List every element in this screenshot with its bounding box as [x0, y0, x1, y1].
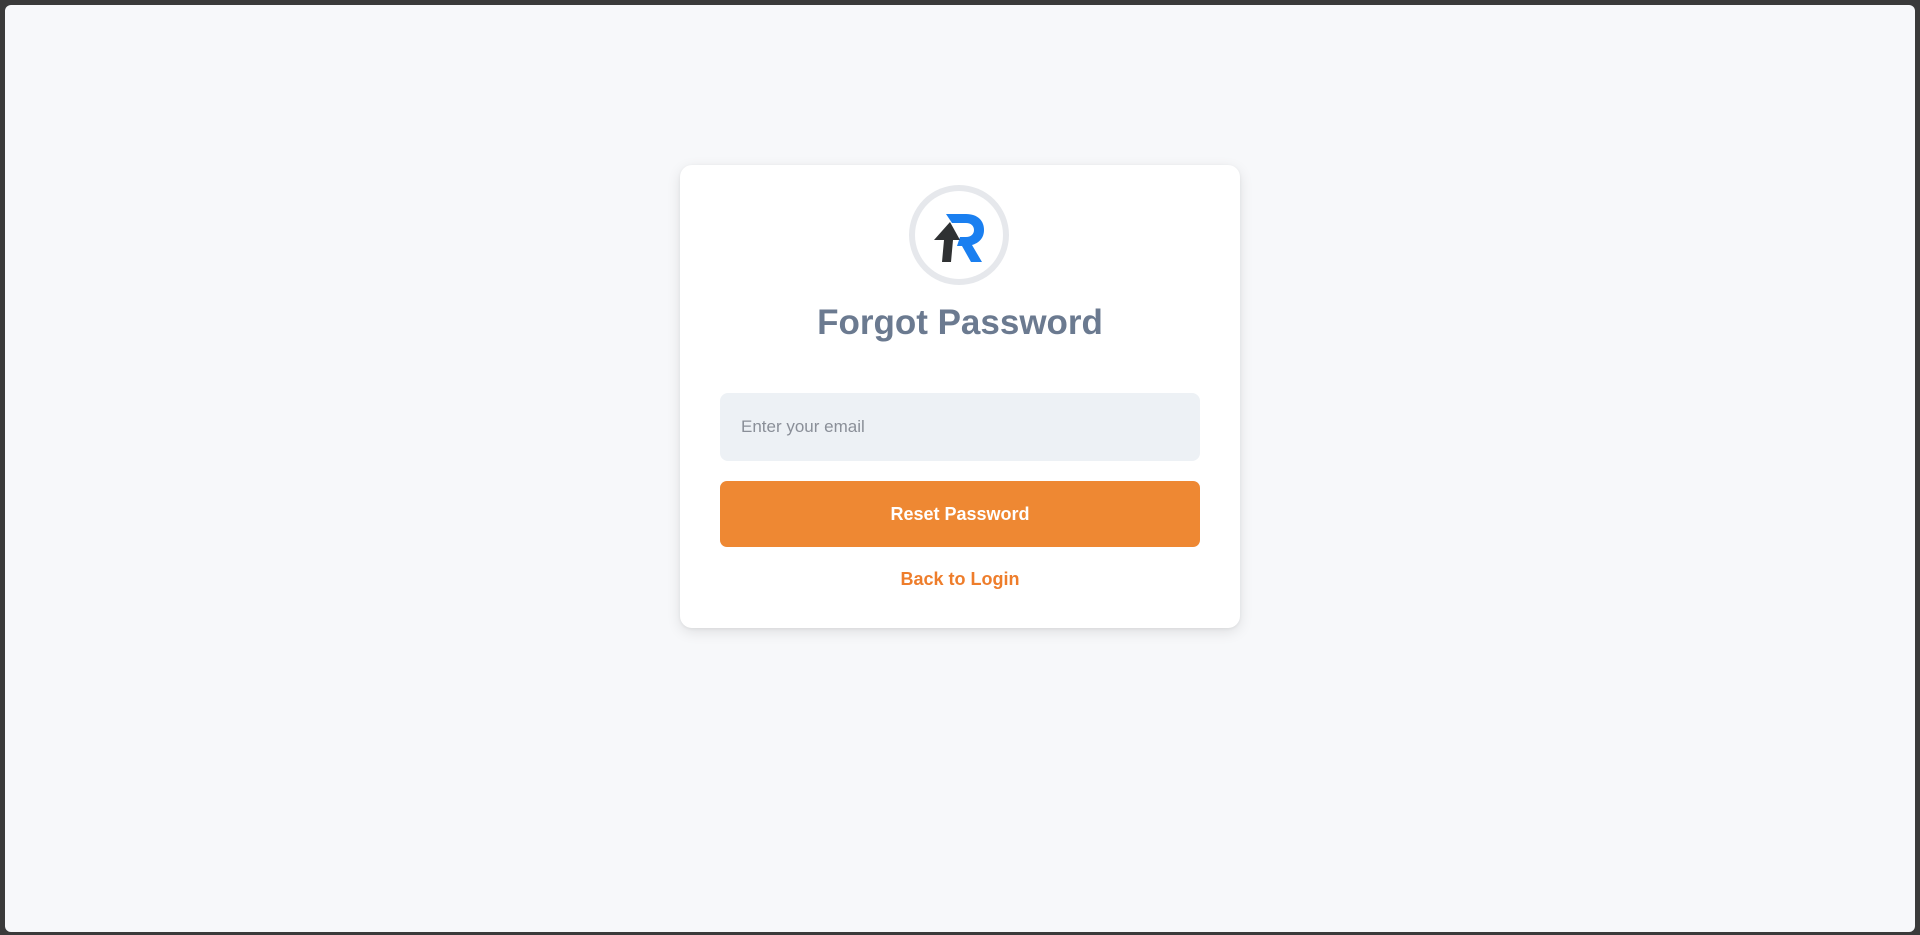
email-input[interactable] — [720, 393, 1200, 461]
r-arrow-logo-icon — [934, 214, 984, 262]
logo-inner — [915, 191, 1003, 279]
logo — [909, 185, 1009, 285]
forgot-password-card: Forgot Password Reset Password Back to L… — [680, 165, 1240, 628]
page-background: Forgot Password Reset Password Back to L… — [5, 5, 1915, 932]
back-to-login-link[interactable]: Back to Login — [680, 569, 1240, 590]
reset-password-button[interactable]: Reset Password — [720, 481, 1200, 547]
page-title: Forgot Password — [817, 303, 1103, 342]
